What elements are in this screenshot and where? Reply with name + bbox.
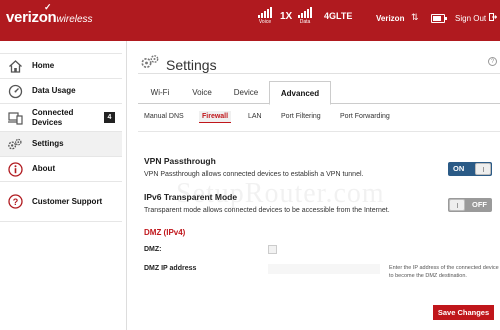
sidebar: Home Data Usage Connected Devices 4 Sett… <box>0 41 127 330</box>
network-4g-lte: 4GLTE <box>324 11 353 21</box>
settings-tabs: Wi-Fi Voice Device Advanced <box>138 81 500 105</box>
subtab-manual-dns[interactable]: Manual DNS <box>141 111 187 122</box>
sidebar-item-data-usage[interactable]: Data Usage <box>0 78 122 103</box>
title-divider <box>138 73 500 74</box>
checkmark-icon: ✓ <box>44 2 52 12</box>
vpn-passthrough-toggle[interactable]: ON <box>448 162 492 176</box>
sidebar-item-label: Data Usage <box>32 86 76 95</box>
sidebar-item-label: Customer Support <box>32 196 103 206</box>
dmz-checkbox-label: DMZ: <box>144 246 162 253</box>
data-signal: Data <box>298 6 312 25</box>
sidebar-item-settings[interactable]: Settings <box>0 131 122 156</box>
question-icon: ? <box>7 194 23 210</box>
dmz-checkbox[interactable] <box>268 245 277 254</box>
toggle-knob <box>475 163 491 175</box>
battery-level <box>433 16 441 21</box>
vpn-passthrough-title: VPN Passthrough <box>144 156 216 166</box>
data-transfer-icon: ⇅ <box>411 12 419 22</box>
tab-voice[interactable]: Voice <box>182 81 222 104</box>
ipv6-transparent-title: IPv6 Transparent Mode <box>144 192 238 202</box>
dmz-ip-label: DMZ IP address <box>144 265 197 272</box>
dmz-ip-hint: Enter the IP address of the connected de… <box>389 265 499 279</box>
sidebar-item-about[interactable]: About <box>0 156 122 181</box>
subtab-divider <box>138 131 500 132</box>
tab-advanced[interactable]: Advanced <box>269 81 331 105</box>
data-signal-bars-icon <box>298 6 312 18</box>
toggle-knob <box>449 199 465 211</box>
house-icon <box>7 58 23 74</box>
sidebar-item-label: Settings <box>32 139 64 148</box>
battery-icon <box>431 14 447 23</box>
tab-device[interactable]: Device <box>226 81 266 104</box>
voice-signal: Voice <box>258 6 272 25</box>
page-title: Settings <box>140 54 217 75</box>
brand-sub: wireless <box>56 14 93 25</box>
sidebar-divider <box>0 221 122 222</box>
sign-out-icon <box>489 13 498 23</box>
info-icon <box>7 161 23 177</box>
vpn-passthrough-desc: VPN Passthrough allows connected devices… <box>144 171 364 178</box>
settings-gears-icon <box>140 54 160 75</box>
subtab-port-filtering[interactable]: Port Filtering <box>278 111 324 122</box>
save-changes-button[interactable]: Save Changes <box>433 305 494 320</box>
data-label: Data <box>299 19 311 25</box>
help-icon[interactable]: ? <box>488 57 497 66</box>
sidebar-item-label: Connected Devices <box>32 107 74 127</box>
devices-icon <box>7 110 23 126</box>
sidebar-item-connected-devices[interactable]: Connected Devices 4 <box>0 103 122 131</box>
sign-out-button[interactable]: Sign Out <box>455 13 498 23</box>
svg-text:?: ? <box>12 197 18 207</box>
top-header: ✓ verizonwireless Voice 1X Data 4GLTE Ve… <box>0 0 500 41</box>
subtab-lan[interactable]: LAN <box>245 111 265 122</box>
tab-wifi[interactable]: Wi-Fi <box>140 81 180 104</box>
device-count-badge: 4 <box>104 112 115 123</box>
meter-icon <box>7 83 23 99</box>
toggle-state-label: OFF <box>472 200 487 209</box>
sidebar-item-label: About <box>32 164 56 173</box>
sidebar-item-home[interactable]: Home <box>0 53 122 78</box>
network-1x: 1X <box>280 11 293 22</box>
ipv6-transparent-toggle[interactable]: OFF <box>448 198 492 212</box>
advanced-subtabs: Manual DNS Firewall LAN Port Filtering P… <box>138 111 500 129</box>
dmz-section-title: DMZ (IPv4) <box>144 228 186 237</box>
voice-label: Voice <box>258 19 272 25</box>
carrier-name: Verizon <box>376 14 405 23</box>
gears-icon <box>7 136 23 152</box>
sign-out-label: Sign Out <box>455 13 487 23</box>
subtab-port-forwarding[interactable]: Port Forwarding <box>337 111 393 122</box>
subtab-firewall[interactable]: Firewall <box>199 111 232 123</box>
voice-signal-bars-icon <box>258 6 272 18</box>
verizon-logo: ✓ verizonwireless <box>6 2 93 26</box>
dmz-ip-input[interactable] <box>268 264 380 274</box>
toggle-state-label: ON <box>453 164 465 173</box>
ipv6-transparent-desc: Transparent mode allows connected device… <box>144 207 390 214</box>
page-title-text: Settings <box>166 56 217 73</box>
sidebar-item-label: Home <box>32 61 55 70</box>
sidebar-item-customer-support[interactable]: ? Customer Support <box>0 181 122 221</box>
